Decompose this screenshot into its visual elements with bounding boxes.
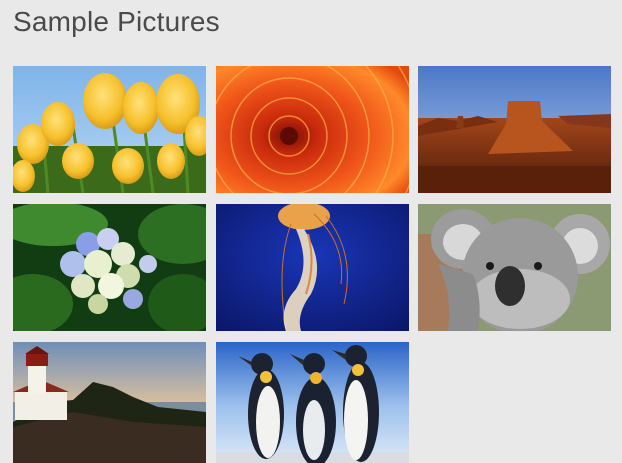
- thumbnail-desert[interactable]: [418, 66, 611, 193]
- thumbnail-hydrangeas[interactable]: [13, 204, 206, 331]
- sample-pictures-folder: Sample Pictures: [0, 0, 622, 463]
- thumbnail-tulips[interactable]: [13, 66, 206, 193]
- thumbnail-koala[interactable]: [418, 204, 611, 331]
- page-title: Sample Pictures: [13, 6, 220, 37]
- thumbnail-penguins[interactable]: [216, 342, 409, 463]
- thumbnail-chrysanthemum[interactable]: [216, 66, 409, 193]
- thumbnail-jellyfish[interactable]: [216, 204, 409, 331]
- thumbnail-lighthouse[interactable]: [13, 342, 206, 463]
